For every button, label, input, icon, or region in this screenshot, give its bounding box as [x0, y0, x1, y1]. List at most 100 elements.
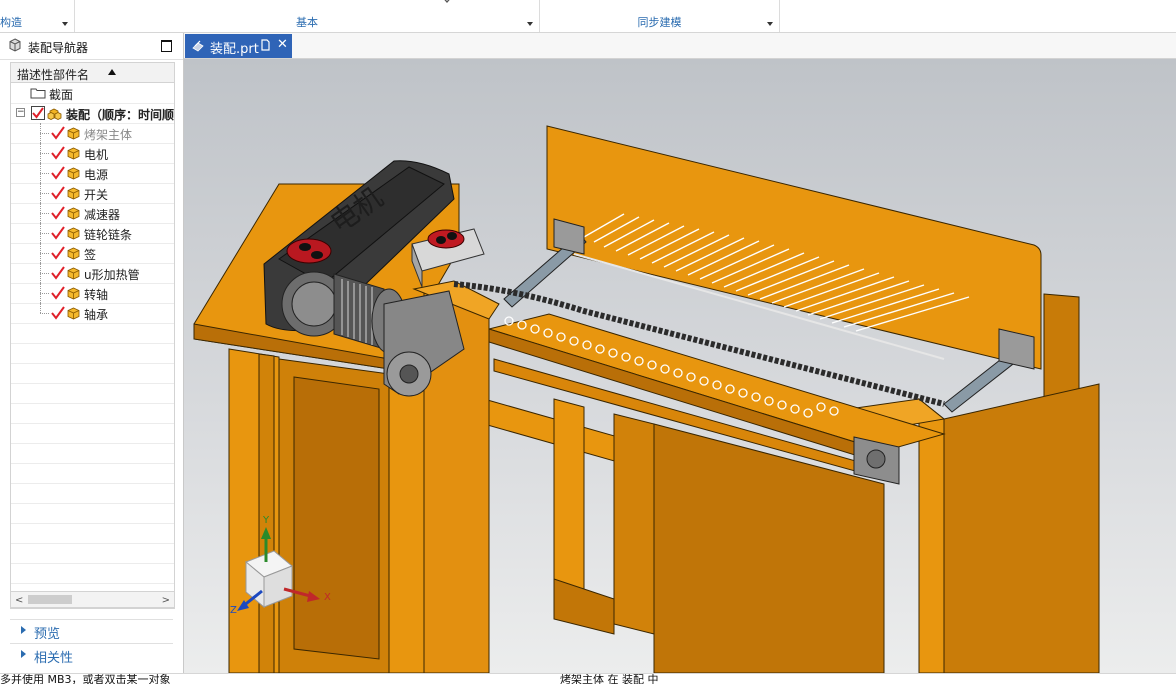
- checkmark-icon[interactable]: [51, 206, 65, 220]
- scroll-right-icon[interactable]: >: [162, 595, 170, 606]
- modified-icon: [261, 39, 270, 51]
- tree-row-section[interactable]: 截面: [11, 83, 174, 104]
- tree-connector: [40, 273, 49, 274]
- tree-row-part[interactable]: 电源: [11, 163, 174, 184]
- section-dependencies[interactable]: 相关性: [10, 643, 173, 666]
- close-icon[interactable]: ✕: [277, 37, 288, 52]
- horizontal-scrollbar[interactable]: < >: [10, 591, 175, 608]
- checkmark-icon[interactable]: [31, 106, 45, 120]
- expand-icon[interactable]: [21, 626, 26, 634]
- component-cube-icon: [67, 207, 80, 220]
- tree-row-part[interactable]: 烤架主体: [11, 123, 174, 144]
- status-bar: 多并使用 MB3，或者双击某一对象 烤架主体 在 装配 中: [0, 673, 1176, 684]
- tree-row-label: 轴承: [84, 308, 109, 322]
- ribbon-group-bar: 构造 基本 同步建模: [0, 0, 1176, 33]
- tree-row-label: 转轴: [84, 288, 109, 302]
- sync-model-icon: [800, 0, 820, 6]
- tree-row-empty: [11, 503, 174, 524]
- tree-row-part[interactable]: 开关: [11, 183, 174, 204]
- graphics-viewport[interactable]: 电机 Y X Z: [184, 59, 1176, 673]
- tree-row-part[interactable]: 电机: [11, 143, 174, 164]
- tree-row-empty: [11, 343, 174, 364]
- tree-row-empty: [11, 523, 174, 544]
- component-cube-icon: [67, 267, 80, 280]
- tree-row-label: u形加热管: [84, 268, 140, 282]
- collapse-icon[interactable]: −: [16, 108, 25, 117]
- assembly-navigator-panel: 装配导航器 描述性部件名 截面 − 装配（顺序：时间顺 烤架主体 电机 电源 开…: [0, 33, 184, 683]
- tree-row-label: 开关: [84, 188, 109, 202]
- status-prompt: 多并使用 MB3，或者双击某一对象: [0, 673, 171, 684]
- checkmark-icon[interactable]: [51, 146, 65, 160]
- assembly-navigator-icon: [9, 38, 21, 52]
- ribbon-group-label: 同步建模: [637, 16, 682, 29]
- chevron-down-icon[interactable]: [527, 22, 533, 26]
- tree-connector: [40, 133, 49, 134]
- chevron-down-icon[interactable]: [62, 22, 68, 26]
- component-cube-icon: [67, 227, 80, 240]
- document-tab-strip: 装配.prt ✕: [184, 33, 1176, 59]
- checkmark-icon[interactable]: [51, 186, 65, 200]
- component-cube-icon: [67, 247, 80, 260]
- ribbon-group-construct[interactable]: 构造: [0, 0, 75, 32]
- tree-row-part[interactable]: 转轴: [11, 283, 174, 304]
- tree-row-part[interactable]: u形加热管: [11, 263, 174, 284]
- scroll-thumb[interactable]: [28, 595, 72, 604]
- document-tab[interactable]: 装配.prt ✕: [185, 34, 292, 58]
- checkmark-icon[interactable]: [51, 126, 65, 140]
- maximize-icon[interactable]: [161, 40, 172, 52]
- chevron-down-icon[interactable]: [767, 22, 773, 26]
- column-header-label: 描述性部件名: [17, 68, 90, 82]
- tree-row-part[interactable]: 签: [11, 243, 174, 264]
- sort-ascending-icon[interactable]: [108, 69, 116, 75]
- tree-row-label: 截面: [49, 88, 74, 102]
- tree-connector: [40, 233, 49, 234]
- component-cube-icon: [67, 287, 80, 300]
- tree-row-empty: [11, 363, 174, 384]
- assembly-model-render: 电机: [193, 125, 1100, 673]
- tree-row-part[interactable]: 减速器: [11, 203, 174, 224]
- tree-row-empty: [11, 563, 174, 584]
- tree-row-empty: [11, 323, 174, 344]
- section-label: 相关性: [34, 651, 74, 666]
- feature-icon: [444, 0, 450, 3]
- ribbon-group-sync-modeling[interactable]: 同步建模: [540, 0, 780, 32]
- assembly-icon: [47, 108, 62, 120]
- tree-row-empty: [11, 463, 174, 484]
- ribbon-group-basic[interactable]: 基本: [75, 0, 540, 32]
- folder-icon: [30, 88, 46, 99]
- checkmark-icon[interactable]: [51, 266, 65, 280]
- tree-row-empty: [11, 443, 174, 464]
- checkmark-icon[interactable]: [51, 226, 65, 240]
- triad-z-label: Z: [230, 605, 237, 616]
- component-cube-icon: [67, 127, 80, 140]
- checkmark-icon[interactable]: [51, 246, 65, 260]
- expand-icon[interactable]: [21, 650, 26, 658]
- section-preview[interactable]: 预览: [10, 619, 173, 642]
- tree-row-empty: [11, 423, 174, 444]
- checkmark-icon[interactable]: [51, 286, 65, 300]
- navigator-tree[interactable]: 描述性部件名 截面 − 装配（顺序：时间顺 烤架主体 电机 电源 开关 减速器 …: [10, 62, 175, 609]
- component-cube-icon: [67, 307, 80, 320]
- tree-row-label: 减速器: [84, 208, 121, 222]
- triad-y-label: Y: [263, 515, 270, 526]
- navigator-header: 装配导航器: [0, 33, 183, 60]
- tree-row-empty: [11, 383, 174, 404]
- tree-connector: [40, 253, 49, 254]
- checkmark-icon[interactable]: [51, 306, 65, 320]
- tree-connector: [40, 173, 49, 174]
- scroll-left-icon[interactable]: <: [15, 595, 23, 606]
- tree-row-assembly[interactable]: − 装配（顺序：时间顺: [11, 103, 174, 124]
- column-header[interactable]: 描述性部件名: [11, 63, 174, 83]
- tree-row-part[interactable]: 轴承: [11, 303, 174, 324]
- triad-x-label: X: [324, 592, 331, 603]
- tree-row-label: 签: [84, 248, 97, 262]
- part-file-icon: [192, 40, 204, 52]
- tree-row-empty: [11, 403, 174, 424]
- tree-row-part[interactable]: 链轮链条: [11, 223, 174, 244]
- ribbon-group-label: 基本: [296, 16, 318, 29]
- checkmark-icon[interactable]: [51, 166, 65, 180]
- tree-connector: [40, 193, 49, 194]
- status-selection: 烤架主体 在 装配 中: [560, 673, 659, 684]
- tree-row-label: 装配（顺序：时间顺: [66, 108, 175, 122]
- tree-connector: [40, 213, 49, 214]
